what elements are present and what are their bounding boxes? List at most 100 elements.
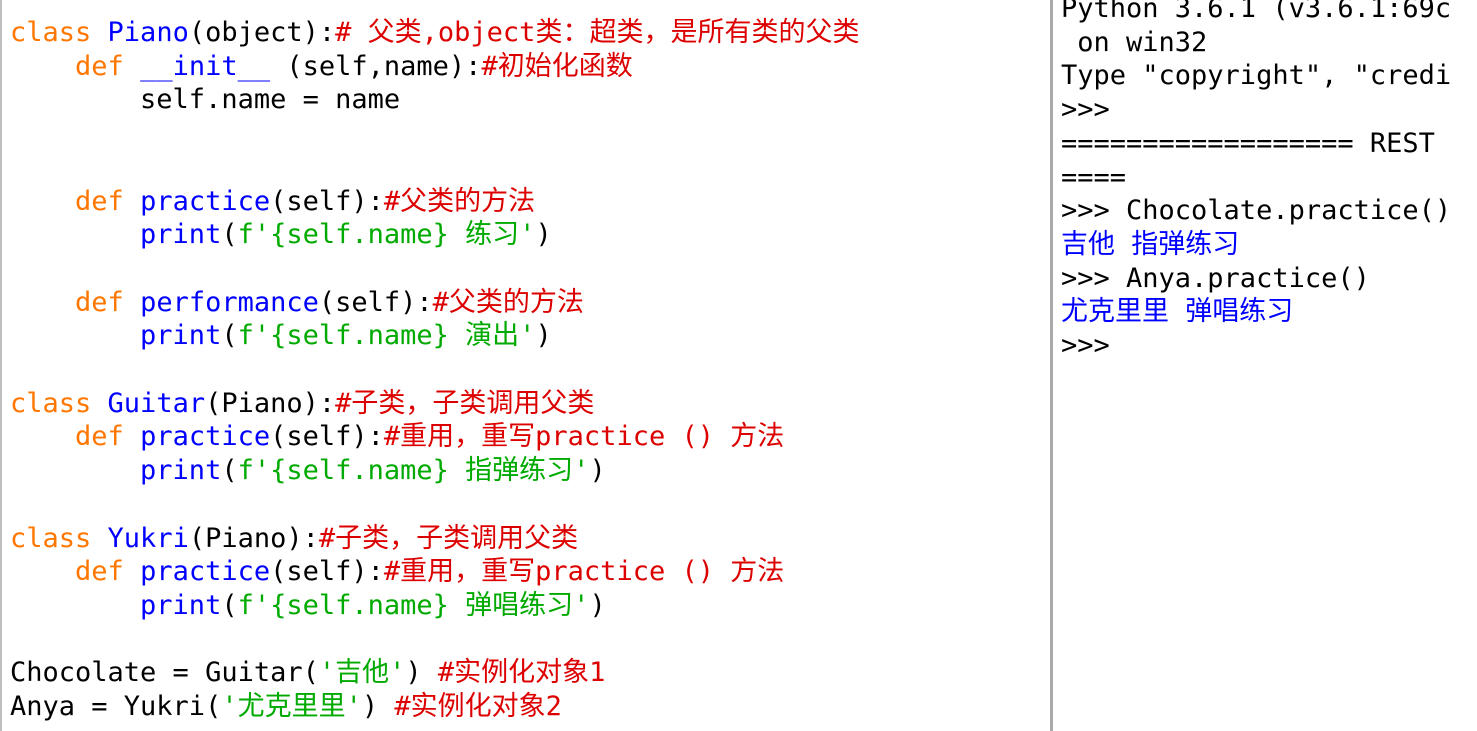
shell-line: Type "copyright", "credi bbox=[1061, 59, 1451, 93]
idle-window: class Piano(object):# 父类,object类：超类，是所有类… bbox=[0, 0, 1477, 731]
shell-line: 吉他 指弹练习 bbox=[1061, 228, 1239, 262]
shell-line: ==== bbox=[1061, 161, 1126, 195]
code-token: class bbox=[10, 387, 92, 419]
code-token: (Piano): bbox=[205, 387, 336, 419]
code-token: practice bbox=[140, 185, 271, 217]
code-token: #重用，重写practice () 方法 bbox=[383, 556, 785, 588]
shell-line: >>> Anya.practice() bbox=[1061, 262, 1370, 296]
shell-line: 尤克里里 弹唱练习 bbox=[1061, 295, 1293, 329]
code-line: print(f'{self.name} 演出') bbox=[10, 319, 552, 353]
code-token: f'{self.name} 演出' bbox=[237, 320, 536, 352]
code-line: print(f'{self.name} 练习') bbox=[10, 218, 552, 252]
python-shell[interactable]: Python 3.6.1 (v3.6.1:69c on win32 Type "c… bbox=[1053, 0, 1477, 731]
code-token: on win32 bbox=[1061, 26, 1208, 58]
code-token: Type "copyright", "credi bbox=[1061, 60, 1452, 92]
code-token: print bbox=[10, 455, 222, 487]
code-token: ) bbox=[589, 589, 606, 621]
code-token: f'{self.name} 练习' bbox=[237, 219, 536, 251]
code-token: ( bbox=[221, 455, 238, 487]
code-line: self.name = name bbox=[10, 83, 400, 117]
code-token: print bbox=[10, 320, 222, 352]
code-token: #子类，子类调用父类 bbox=[318, 522, 579, 554]
code-token: self.name = name bbox=[10, 84, 401, 116]
code-line: Chocolate = Guitar('吉他') #实例化对象1 bbox=[10, 656, 605, 690]
code-line: def practice(self):#重用，重写practice () 方法 bbox=[10, 420, 784, 454]
code-token: def bbox=[10, 556, 124, 588]
code-token: #重用，重写practice () 方法 bbox=[383, 421, 785, 453]
code-token: >>> bbox=[1061, 330, 1110, 361]
code-line: class Yukri(Piano):#子类，子类调用父类 bbox=[10, 522, 578, 556]
code-token: 尤克里里 弹唱练习 bbox=[1061, 296, 1294, 328]
code-token: ) bbox=[361, 691, 395, 722]
code-token: def bbox=[10, 286, 124, 318]
code-token: #初始化函数 bbox=[481, 50, 633, 82]
shell-line: >>> bbox=[1061, 329, 1110, 363]
code-token: ) bbox=[405, 657, 438, 689]
code-token: Guitar bbox=[107, 387, 206, 419]
code-token: (self): bbox=[270, 185, 384, 217]
code-token: (Piano): bbox=[188, 522, 319, 554]
code-token: def bbox=[10, 421, 124, 453]
code-token: (object): bbox=[188, 17, 336, 48]
code-line: def practice(self):#父类的方法 bbox=[10, 185, 535, 219]
code-token: (self,name): bbox=[270, 50, 482, 82]
code-token: class bbox=[10, 522, 92, 554]
code-token: >>> Anya.practice() bbox=[1061, 262, 1370, 294]
code-token: 吉他 指弹练习 bbox=[1061, 228, 1240, 260]
code-token: practice bbox=[140, 421, 271, 453]
code-token: f'{self.name} 弹唱练习' bbox=[237, 589, 590, 621]
shell-line: on win32 bbox=[1061, 26, 1207, 60]
code-token: __init__ bbox=[140, 50, 271, 82]
code-token: Piano bbox=[107, 17, 189, 48]
code-token: Python 3.6.1 (v3.6.1:69c bbox=[1061, 0, 1452, 24]
code-token: #父类的方法 bbox=[383, 185, 536, 217]
code-token: #子类，子类调用父类 bbox=[335, 387, 595, 419]
code-token: ) bbox=[535, 219, 552, 251]
code-token: ) bbox=[535, 320, 552, 352]
code-token: #实例化对象1 bbox=[437, 657, 606, 689]
shell-line: Python 3.6.1 (v3.6.1:69c bbox=[1061, 0, 1451, 26]
shell-line: >>> bbox=[1061, 93, 1110, 127]
code-token: #实例化对象2 bbox=[394, 691, 562, 722]
code-line: def practice(self):#重用，重写practice () 方法 bbox=[10, 555, 784, 589]
code-token: ( bbox=[221, 219, 238, 251]
code-token: ================== REST bbox=[1061, 127, 1435, 159]
code-token: (self): bbox=[270, 421, 384, 453]
code-token: Chocolate = Guitar( bbox=[10, 657, 319, 689]
code-token: def bbox=[10, 185, 124, 217]
code-token: class bbox=[10, 17, 92, 48]
code-line: def performance(self):#父类的方法 bbox=[10, 286, 584, 320]
code-token: print bbox=[10, 589, 222, 621]
code-line: class Piano(object):# 父类,object类：超类，是所有类… bbox=[10, 16, 859, 50]
code-token: practice bbox=[140, 556, 271, 588]
code-token: #父类的方法 bbox=[432, 286, 584, 318]
code-token: >>> bbox=[1061, 94, 1110, 126]
code-token: Anya = Yukri( bbox=[10, 691, 222, 722]
code-line: class Guitar(Piano):#子类，子类调用父类 bbox=[10, 387, 594, 421]
code-line: print(f'{self.name} 弹唱练习') bbox=[10, 589, 606, 623]
code-token: f'{self.name} 指弹练习' bbox=[237, 455, 590, 487]
code-token: Yukri bbox=[107, 522, 189, 554]
code-token: '吉他' bbox=[318, 657, 406, 689]
code-token: '尤克里里' bbox=[221, 691, 362, 722]
code-token: ) bbox=[589, 455, 606, 487]
code-token: performance bbox=[140, 286, 319, 318]
code-line: def __init__ (self,name):#初始化函数 bbox=[10, 50, 633, 84]
code-token: (self): bbox=[270, 556, 384, 588]
code-token: ( bbox=[221, 589, 238, 621]
shell-line: ================== REST bbox=[1061, 127, 1435, 161]
code-token: (self): bbox=[318, 286, 433, 318]
code-line: print(f'{self.name} 指弹练习') bbox=[10, 454, 606, 488]
code-token: # 父类,object类：超类，是所有类的父类 bbox=[335, 17, 860, 48]
code-token: >>> Chocolate.practice() bbox=[1061, 195, 1452, 227]
code-token: ==== bbox=[1061, 161, 1127, 193]
code-editor[interactable]: class Piano(object):# 父类,object类：超类，是所有类… bbox=[0, 0, 1050, 731]
